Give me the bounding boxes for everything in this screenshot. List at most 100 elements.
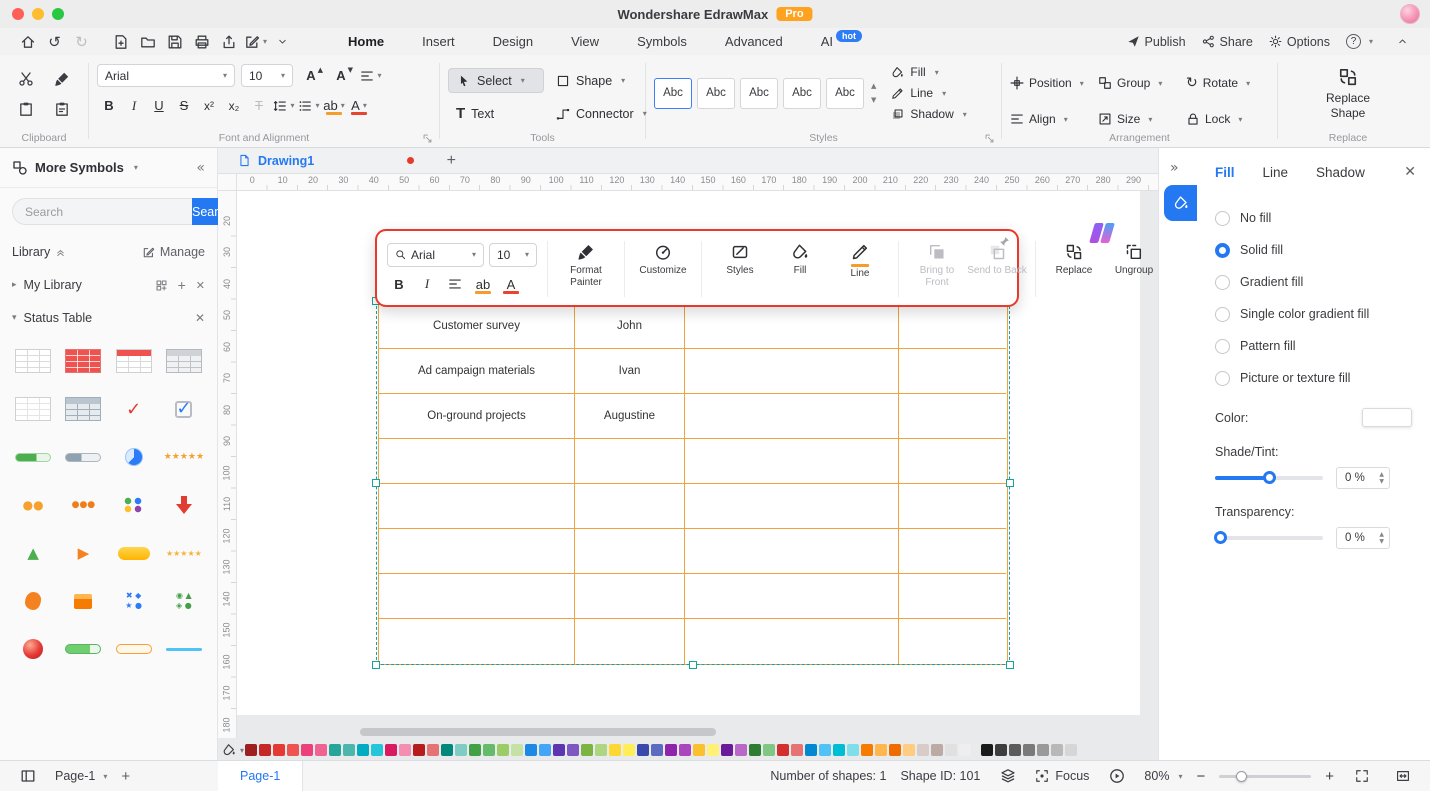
symbol-table-red[interactable] (58, 337, 108, 385)
color-swatch[interactable] (875, 744, 887, 756)
color-swatch[interactable] (1023, 744, 1035, 756)
symbol-triangle-orange[interactable]: ▶ (58, 529, 108, 577)
superscript-button[interactable]: x² (197, 94, 221, 117)
color-swatch[interactable] (637, 744, 649, 756)
tab-ai[interactable]: AI hot (821, 29, 863, 54)
bullet-list-dropdown[interactable]: ▾ (297, 94, 321, 117)
tab-advanced[interactable]: Advanced (725, 30, 783, 54)
panel-tab-fill[interactable]: Fill (1215, 165, 1235, 180)
symbol-table-blue-gray[interactable] (58, 385, 108, 433)
color-swatch[interactable] (343, 744, 355, 756)
floating-align-button[interactable] (443, 273, 467, 296)
color-swatch[interactable] (735, 744, 747, 756)
color-swatch[interactable] (567, 744, 579, 756)
color-swatch[interactable] (847, 744, 859, 756)
print-button[interactable] (188, 31, 215, 53)
color-swatch[interactable] (539, 744, 551, 756)
symbol-table-white[interactable] (8, 337, 58, 385)
symbol-hand-orange[interactable] (8, 577, 58, 625)
size-dropdown[interactable]: Size ▾ (1098, 106, 1186, 132)
color-swatch[interactable] (945, 744, 957, 756)
option-pattern-fill[interactable]: Pattern fill (1215, 330, 1412, 362)
user-avatar[interactable] (1400, 4, 1420, 24)
color-swatch[interactable] (371, 744, 383, 756)
symbol-sphere-red[interactable] (8, 625, 58, 673)
color-swatch[interactable] (441, 744, 453, 756)
floating-font-select[interactable]: Arial ▾ (387, 242, 484, 267)
color-swatch[interactable] (483, 744, 495, 756)
toggle-sidebar-button[interactable] (14, 765, 41, 787)
save-button[interactable] (161, 31, 188, 53)
panel-tab-line[interactable]: Line (1263, 165, 1289, 180)
color-swatch[interactable] (679, 744, 691, 756)
horizontal-scrollbar[interactable] (360, 728, 716, 736)
transparency-decrement-arrow[interactable]: ▼ (1379, 538, 1384, 545)
symbol-progress-bar-green[interactable] (8, 433, 58, 481)
shade-increment-arrow[interactable]: ▲ (1379, 471, 1384, 478)
color-swatch[interactable] (469, 744, 481, 756)
home-button[interactable] (14, 31, 41, 53)
option-solid-fill[interactable]: Solid fill (1215, 234, 1412, 266)
color-swatch[interactable] (819, 744, 831, 756)
floating-font-color-button[interactable]: A (499, 273, 523, 296)
symbol-marks-blue[interactable]: ✖ ◆ ★ ● (109, 577, 159, 625)
option-gradient-fill[interactable]: Gradient fill (1215, 266, 1412, 298)
new-file-button[interactable] (107, 31, 134, 53)
color-swatch[interactable] (609, 744, 621, 756)
bold-button[interactable]: B (97, 94, 121, 117)
tab-home[interactable]: Home (348, 30, 384, 54)
floating-send-to-back-button[interactable]: Send to Back (967, 237, 1027, 301)
zoom-slider[interactable] (1219, 770, 1312, 782)
underline-button[interactable]: U (147, 94, 171, 117)
add-page-button[interactable]: + (121, 768, 130, 785)
option-no-fill[interactable]: No fill (1215, 202, 1412, 234)
color-swatch[interactable] (931, 744, 943, 756)
shade-tint-value[interactable]: 0 % ▲ ▼ (1336, 467, 1390, 489)
close-panel-button[interactable]: ✕ (1404, 164, 1416, 180)
close-my-library-button[interactable]: ✕ (196, 279, 205, 292)
copy-button[interactable] (49, 96, 75, 122)
color-swatch[interactable] (959, 744, 971, 756)
document-tab-drawing1[interactable]: Drawing1 (218, 148, 424, 173)
theme-color-button[interactable]: ▾ (221, 742, 245, 758)
collapse-ribbon-button[interactable] (1389, 31, 1416, 53)
floating-styles-button[interactable]: Styles (710, 237, 770, 301)
color-swatch[interactable] (1037, 744, 1049, 756)
color-swatch[interactable] (581, 744, 593, 756)
symbol-dots-orange-trio[interactable]: ●●● (58, 481, 108, 529)
canvas-viewport[interactable]: Customer survey John Ad campaign materials… (237, 191, 1158, 738)
selection-handle-sw[interactable] (372, 661, 380, 669)
page-selector-dropdown[interactable]: Page-1 ▾ (55, 769, 107, 783)
manage-button[interactable]: Manage (142, 245, 205, 259)
color-swatch[interactable] (525, 744, 537, 756)
floating-customize-button[interactable]: Customize (633, 237, 693, 301)
floating-size-select[interactable]: 10 ▾ (489, 242, 537, 267)
color-swatch[interactable] (651, 744, 663, 756)
color-swatch[interactable] (707, 744, 719, 756)
share-button[interactable]: Share (1202, 35, 1253, 49)
text-tool-button[interactable]: T Text (448, 101, 544, 126)
shrink-font-button[interactable]: A ▼ (329, 64, 353, 87)
color-swatch[interactable] (833, 744, 845, 756)
floating-ungroup-button[interactable]: Ungroup (1104, 237, 1158, 301)
line-spacing-dropdown[interactable]: ▾ (272, 94, 296, 117)
subscript-button[interactable]: x₂ (222, 94, 246, 117)
symbol-box-orange[interactable] (58, 577, 108, 625)
symbol-table-red-header[interactable] (109, 337, 159, 385)
color-swatch[interactable] (917, 744, 929, 756)
floating-fill-button[interactable]: Fill (770, 237, 830, 301)
color-swatch[interactable] (497, 744, 509, 756)
font-size-select[interactable]: 10 ▾ (241, 64, 293, 87)
maximize-window-button[interactable] (52, 8, 64, 20)
style-preview-3[interactable]: Abc (740, 77, 778, 109)
floating-bold-button[interactable]: B (387, 273, 411, 296)
color-swatch[interactable] (357, 744, 369, 756)
style-preview-4[interactable]: Abc (783, 77, 821, 109)
color-swatch[interactable] (1065, 744, 1077, 756)
floating-italic-button[interactable]: I (415, 273, 439, 296)
floating-format-painter-button[interactable]: Format Painter (556, 237, 616, 301)
paste-button[interactable] (13, 96, 39, 122)
clear-format-button[interactable]: T (247, 94, 271, 117)
lock-dropdown[interactable]: Lock ▾ (1186, 106, 1274, 132)
option-single-color-gradient-fill[interactable]: Single color gradient fill (1215, 298, 1412, 330)
